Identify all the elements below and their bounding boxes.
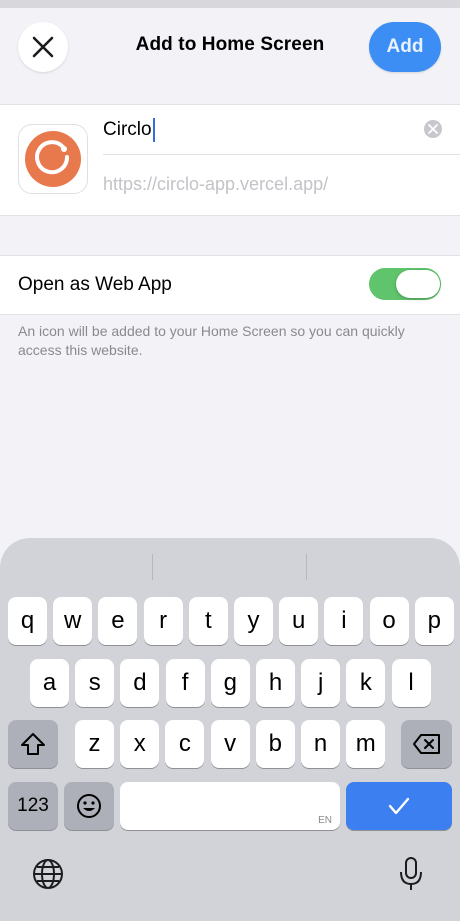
key-k[interactable]: k: [346, 659, 386, 707]
emoji-icon: [77, 794, 101, 818]
shift-key[interactable]: [8, 720, 58, 768]
suggestion-divider: [306, 554, 307, 580]
microphone-icon: [400, 857, 422, 890]
sheet-top-edge: [0, 0, 460, 8]
key-x[interactable]: x: [120, 720, 160, 768]
key-a[interactable]: a: [30, 659, 69, 707]
space-key[interactable]: EN: [120, 782, 340, 830]
key-p[interactable]: p: [414, 597, 454, 645]
key-i[interactable]: i: [324, 597, 364, 645]
clear-text-button[interactable]: [424, 120, 442, 138]
open-as-web-app-label: Open as Web App: [18, 274, 172, 295]
key-c[interactable]: c: [165, 720, 205, 768]
key-d[interactable]: d: [120, 659, 160, 707]
key-r[interactable]: r: [143, 597, 183, 645]
app-url-field: https://circlo-app.vercel.app/: [103, 174, 329, 194]
footnote-text: An icon will be added to your Home Scree…: [18, 323, 405, 358]
shift-icon: [21, 733, 45, 755]
key-j[interactable]: j: [301, 659, 341, 707]
checkmark-icon: [388, 797, 410, 815]
globe-key[interactable]: [32, 858, 64, 895]
key-v[interactable]: v: [210, 720, 250, 768]
clear-icon: [428, 124, 438, 134]
key-u[interactable]: u: [279, 597, 319, 645]
return-key[interactable]: [346, 782, 452, 830]
app-name-value: Circlo: [103, 119, 152, 140]
key-w[interactable]: w: [53, 597, 93, 645]
key-n[interactable]: n: [301, 720, 340, 768]
key-q[interactable]: q: [8, 597, 47, 645]
key-z[interactable]: z: [75, 720, 114, 768]
numbers-key[interactable]: 123: [8, 782, 58, 830]
key-e[interactable]: e: [98, 597, 138, 645]
key-m[interactable]: m: [346, 720, 386, 768]
globe-icon: [33, 859, 63, 889]
key-b[interactable]: b: [255, 720, 295, 768]
app-name-input[interactable]: Circlo: [103, 117, 403, 143]
key-g[interactable]: g: [210, 659, 250, 707]
toggle-knob[interactable]: [396, 270, 440, 298]
suggestion-divider: [152, 554, 153, 580]
delete-key[interactable]: [401, 720, 452, 768]
key-f[interactable]: f: [165, 659, 205, 707]
emoji-key[interactable]: [64, 782, 114, 830]
key-l[interactable]: l: [391, 659, 431, 707]
dictation-key[interactable]: [398, 856, 424, 897]
space-language-label: EN: [318, 815, 332, 826]
key-y[interactable]: y: [234, 597, 273, 645]
key-t[interactable]: t: [188, 597, 228, 645]
backspace-icon: [412, 734, 440, 754]
field-divider: [103, 154, 460, 155]
key-o[interactable]: o: [369, 597, 409, 645]
text-caret: [152, 118, 155, 142]
key-h[interactable]: h: [256, 659, 295, 707]
add-button[interactable]: Add: [369, 22, 441, 72]
circlo-app-icon: [18, 124, 88, 194]
key-s[interactable]: s: [75, 659, 115, 707]
